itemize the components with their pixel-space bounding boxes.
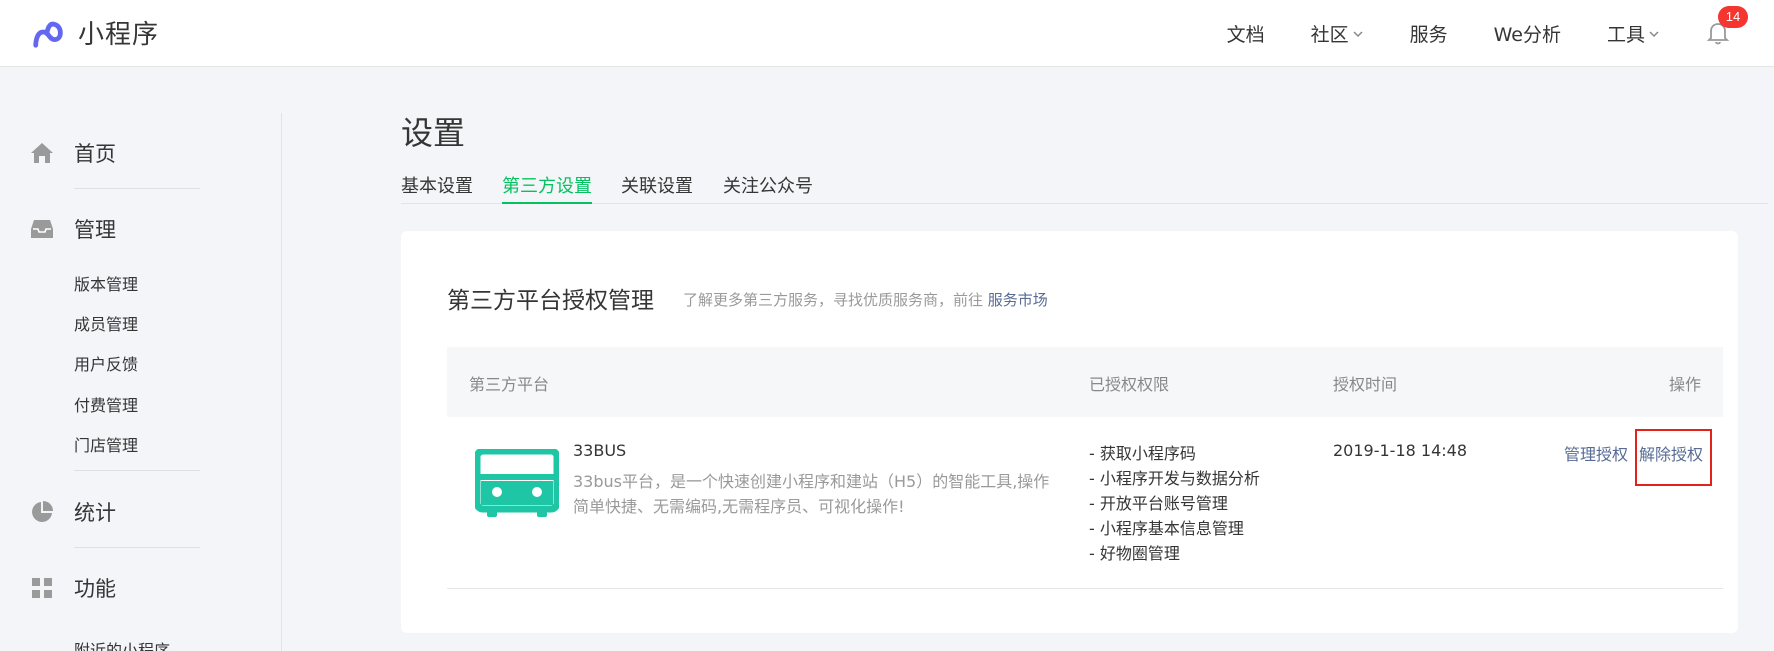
nav-tools[interactable]: 工具 [1607, 20, 1660, 47]
table-row: 33BUS 33bus平台，是一个快速创建小程序和建站（H5）的智能工具,操作简… [447, 417, 1723, 589]
card-title: 第三方平台授权管理 [447, 288, 654, 314]
sidebar-item-features[interactable]: 功能 [30, 573, 116, 603]
permission-list: - 获取小程序码 - 小程序开发与数据分析 - 开放平台账号管理 - 小程序基本… [1089, 441, 1260, 566]
card-tip: 了解更多第三方服务，寻找优质服务商，前往 服务市场 [683, 289, 1048, 310]
nav-we-analytics-label: We分析 [1493, 24, 1561, 46]
service-market-link[interactable]: 服务市场 [988, 291, 1048, 309]
nav-community-label: 社区 [1310, 24, 1349, 46]
column-header-platform: 第三方平台 [469, 375, 550, 394]
manage-authorization-link[interactable]: 管理授权 [1564, 441, 1628, 465]
tab-follow-official-account[interactable]: 关注公众号 [723, 172, 813, 204]
inbox-icon [31, 220, 53, 238]
sidebar-item-user-feedback[interactable]: 用户反馈 [74, 351, 138, 375]
authorization-time: 2019-1-18 14:48 [1333, 441, 1467, 460]
notification-badge: 14 [1718, 5, 1748, 28]
grid-icon [32, 578, 52, 598]
permission-item: - 开放平台账号管理 [1089, 494, 1228, 513]
table-header: 第三方平台 已授权权限 授权时间 操作 [447, 347, 1723, 417]
chevron-down-icon [1353, 30, 1363, 37]
notification-button[interactable]: 14 [1706, 5, 1748, 48]
sidebar-item-statistics[interactable]: 统计 [30, 497, 116, 527]
sidebar-item-label: 功能 [74, 577, 116, 601]
sidebar-item-label: 首页 [74, 142, 116, 166]
permission-item: - 获取小程序码 [1089, 444, 1196, 463]
nav-community[interactable]: 社区 [1311, 20, 1364, 47]
sidebar-divider [281, 113, 282, 651]
sidebar-item-nearby-mini-program[interactable]: 附近的小程序 [74, 637, 170, 651]
mini-program-logo-icon [33, 21, 63, 48]
sidebar-item-home[interactable]: 首页 [30, 138, 116, 168]
nav-tools-label: 工具 [1606, 24, 1645, 46]
sidebar-separator [74, 188, 200, 189]
logo-text: 小程序 [78, 19, 160, 50]
bus-icon [475, 449, 559, 517]
permission-item: - 小程序基本信息管理 [1089, 519, 1244, 538]
settings-tabs: 基本设置 第三方设置 关联设置 关注公众号 [401, 170, 1768, 204]
nav-docs-label: 文档 [1226, 24, 1265, 46]
sidebar-separator [74, 547, 200, 548]
top-nav: 文档 社区 服务 We分析 工具 14 [1227, 0, 1774, 67]
sidebar-item-label: 管理 [74, 218, 116, 242]
tab-related-settings[interactable]: 关联设置 [621, 172, 693, 204]
sidebar-item-label: 统计 [74, 501, 116, 525]
sidebar: 首页 管理 版本管理 成员管理 用户反馈 付费管理 门店管理 统计 功能 附近的… [0, 67, 282, 651]
tab-third-party-settings[interactable]: 第三方设置 [502, 172, 592, 204]
home-icon [31, 143, 53, 163]
platform-name: 33BUS [573, 441, 627, 460]
column-header-actions: 操作 [1669, 375, 1702, 394]
column-header-permissions: 已授权权限 [1089, 375, 1170, 394]
page-title: 设置 [401, 114, 466, 152]
top-bar: 小程序 文档 社区 服务 We分析 工具 14 [0, 0, 1774, 67]
nav-we-analytics[interactable]: We分析 [1494, 20, 1561, 47]
nav-services-label: 服务 [1409, 24, 1448, 46]
tab-basic-settings[interactable]: 基本设置 [401, 172, 473, 204]
pie-chart-icon [32, 501, 53, 522]
revoke-authorization-link[interactable]: 解除授权 [1635, 429, 1712, 486]
sidebar-separator [74, 470, 200, 471]
chevron-down-icon [1649, 30, 1659, 37]
logo[interactable]: 小程序 [30, 14, 159, 50]
sidebar-item-manage[interactable]: 管理 [30, 214, 116, 244]
permission-item: - 好物圈管理 [1089, 544, 1180, 563]
sidebar-item-store-manage[interactable]: 门店管理 [74, 432, 138, 456]
card-tip-text: 了解更多第三方服务，寻找优质服务商，前往 [683, 291, 984, 309]
third-party-card: 第三方平台授权管理 了解更多第三方服务，寻找优质服务商，前往 服务市场 第三方平… [401, 231, 1738, 633]
sidebar-item-member-manage[interactable]: 成员管理 [74, 311, 138, 335]
sidebar-item-version-manage[interactable]: 版本管理 [74, 271, 138, 295]
platform-description: 33bus平台，是一个快速创建小程序和建站（H5）的智能工具,操作简单快捷、无需… [573, 472, 1050, 516]
column-header-time: 授权时间 [1333, 375, 1398, 394]
nav-docs[interactable]: 文档 [1227, 20, 1265, 47]
permission-item: - 小程序开发与数据分析 [1089, 469, 1260, 488]
nav-services[interactable]: 服务 [1410, 20, 1448, 47]
sidebar-item-payment-manage[interactable]: 付费管理 [74, 392, 138, 416]
